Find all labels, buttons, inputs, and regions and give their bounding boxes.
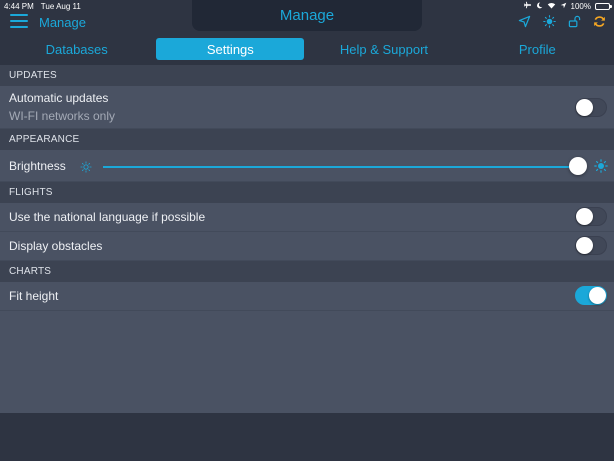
tab-profile[interactable]: Profile [461, 38, 614, 60]
national-language-toggle[interactable] [575, 207, 607, 226]
national-language-row: Use the national language if possible [0, 203, 614, 232]
tab-settings[interactable]: Settings [156, 38, 305, 60]
sync-icon[interactable] [593, 15, 606, 28]
brightness-high-icon [594, 158, 608, 178]
section-title: APPEARANCE [9, 134, 80, 145]
tab-label: Help & Support [339, 41, 429, 57]
tab-label: Settings [206, 41, 254, 57]
brightness-slider[interactable] [80, 150, 608, 181]
tab-help-support[interactable]: Help & Support [307, 38, 460, 60]
brightness-row: Brightness [0, 150, 614, 182]
fit-height-toggle[interactable] [575, 286, 607, 305]
location-arrow-icon[interactable] [518, 15, 531, 28]
tab-label: Databases [45, 41, 108, 57]
section-header-flights: FLIGHTS [0, 182, 614, 203]
section-header-updates: UPDATES [0, 65, 614, 86]
section-header-appearance: APPEARANCE [0, 129, 614, 150]
display-obstacles-row: Display obstacles [0, 232, 614, 261]
menu-icon[interactable] [10, 14, 28, 28]
brightness-thumb[interactable] [569, 156, 587, 175]
display-obstacles-label: Display obstacles [9, 239, 103, 253]
automatic-updates-label: Automatic updates [9, 91, 109, 105]
page-title-text: Manage [279, 7, 335, 24]
fit-height-row: Fit height [0, 282, 614, 311]
automatic-updates-sublabel: WI-FI networks only [9, 109, 116, 123]
section-title: UPDATES [9, 70, 57, 81]
section-title: FLIGHTS [9, 187, 53, 198]
automatic-updates-toggle[interactable] [575, 98, 607, 117]
page-title: Manage [192, 0, 422, 31]
header-actions [518, 15, 606, 28]
unlock-icon[interactable] [568, 15, 581, 28]
section-header-charts: CHARTS [0, 261, 614, 282]
fit-height-label: Fit height [9, 289, 59, 303]
brightness-label: Brightness [9, 158, 66, 173]
automatic-updates-row: Automatic updates WI-FI networks only [0, 86, 614, 129]
tab-databases[interactable]: Databases [0, 38, 153, 60]
section-title: CHARTS [9, 266, 52, 277]
tab-bar: Databases Settings Help & Support Profil… [0, 37, 614, 61]
sun-icon[interactable] [543, 15, 556, 28]
app-header: Manage Manage [0, 0, 614, 37]
brightness-track[interactable] [103, 165, 578, 168]
national-language-label: Use the national language if possible [9, 210, 206, 224]
settings-panel: UPDATES Automatic updates WI-FI networks… [0, 65, 614, 413]
menu-label[interactable]: Manage [39, 15, 86, 30]
brightness-low-icon [80, 160, 92, 178]
display-obstacles-toggle[interactable] [575, 236, 607, 255]
tab-label: Profile [518, 41, 556, 57]
